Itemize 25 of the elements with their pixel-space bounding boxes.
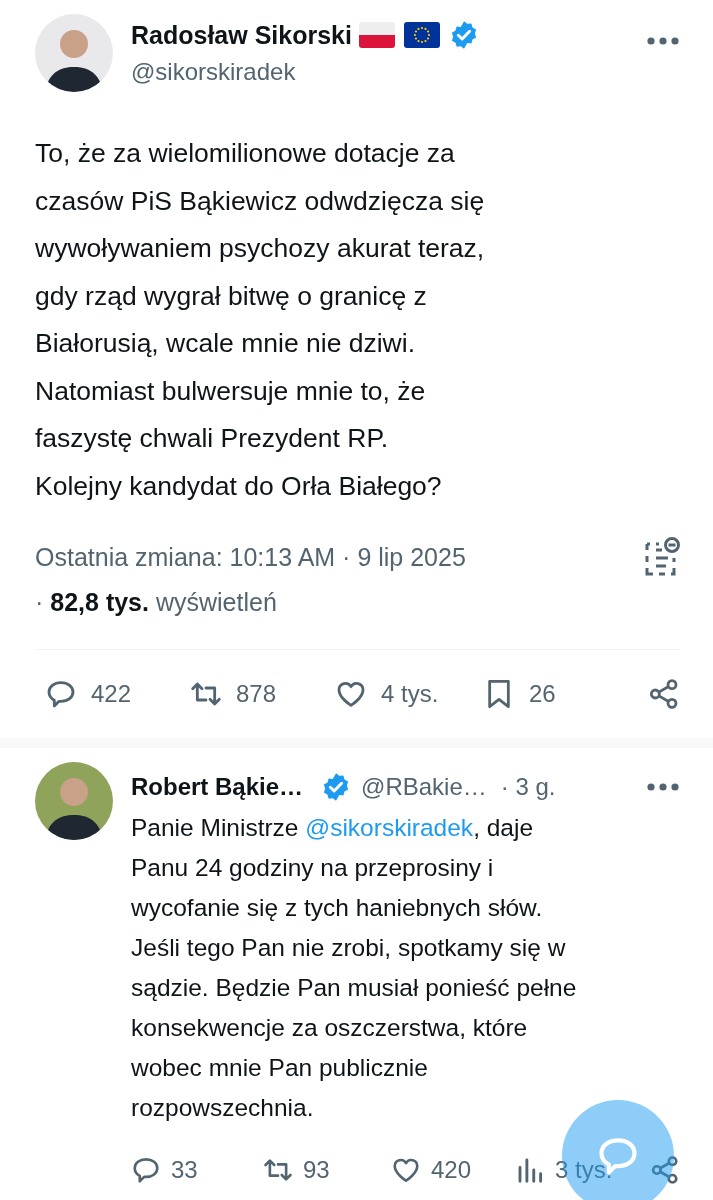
author-handle[interactable]: @RBakie… [361, 773, 487, 801]
action-count: 33 [171, 1156, 198, 1184]
flag-icon [403, 22, 440, 48]
edit-history-icon[interactable] [644, 536, 680, 578]
action-count: 422 [91, 680, 132, 708]
flag-icon [358, 22, 395, 48]
reply-icon[interactable] [131, 1155, 161, 1185]
action-count: 4 tys. [381, 680, 439, 708]
action-count: 420 [431, 1156, 472, 1184]
post-time: · 3 g. [500, 773, 557, 801]
reply-text: Panie Ministrze @sikorskiradek, daje Panu 24 godziny na przeprosiny i wycofanie się z tych haniebnych słów. Jeśli tego Pan nie zrobi, spotkamy się w sądzie. Będzie Pan musiał ponieść pełne konsekwencje za oszczerstwa, które wobec mnie Pan publicznie rozpowszechnia. [131, 813, 577, 1123]
action-count: 26 [529, 680, 556, 708]
action-count: 878 [236, 680, 277, 708]
author-handle[interactable]: @sikorskiradek [131, 58, 296, 86]
reply-icon[interactable] [45, 678, 77, 710]
author-name[interactable]: Robert Bąkie… [131, 773, 304, 801]
post-text: To, że za wielomilionowe dotacje za czasów PiS Bąkiewicz odwdzięcza się wywoływaniem psychozy akurat teraz, gdy rząd wygrał bitwę o granicę z Białorusią, wcale mnie nie dziwi. Natomiast bulwersuje mnie to, że faszystę chwali Prezydent RP. Kolejny kandydat do Orła Białego? [35, 137, 485, 503]
more-icon[interactable] [646, 782, 680, 792]
action-count: 93 [303, 1156, 330, 1184]
more-icon[interactable] [646, 36, 680, 46]
share-icon[interactable] [650, 1155, 680, 1185]
author-name[interactable]: Radosław Sikorski [131, 20, 352, 50]
view-count: · 82,8 tys. wyświetleń [35, 588, 277, 617]
share-icon[interactable] [648, 678, 680, 710]
timestamp: Ostatnia zmiana: 10:13 AM · 9 lip 2025 [35, 542, 466, 572]
